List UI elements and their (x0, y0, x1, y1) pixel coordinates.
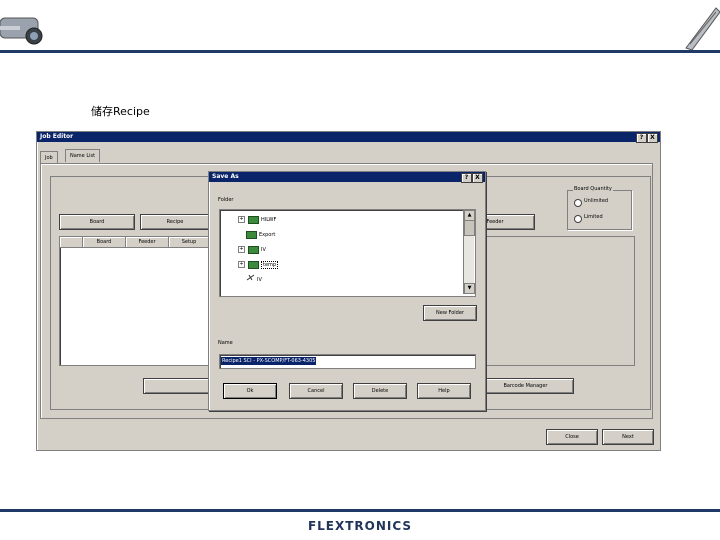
tree-scrollbar[interactable]: ▲ ▼ (463, 210, 475, 294)
folder-icon (248, 245, 259, 254)
job-editor-help-button[interactable]: ? (636, 133, 647, 143)
job-editor-titlebar: Job Editor ? X (37, 132, 660, 143)
column-header-feeder[interactable]: Feeder (126, 237, 169, 248)
tree-item-hilwf[interactable]: + HILWF (238, 214, 276, 226)
slide-header (0, 0, 720, 50)
new-folder-button[interactable]: New Folder (423, 305, 477, 321)
recipe-button[interactable]: Recipe (140, 214, 210, 230)
name-field-value: Recipe1 SCI - PX-SCOMP/FT-063-4305 (221, 357, 317, 365)
limited-radio[interactable] (574, 215, 582, 223)
column-header-board[interactable]: Board (83, 237, 126, 248)
scroll-thumb[interactable] (464, 220, 475, 236)
folder-tree[interactable]: + HILWF Export + IV + temp IV ▲ ▼ (219, 209, 476, 297)
tree-item-iv-network[interactable]: IV (246, 274, 262, 286)
projector-icon (0, 0, 52, 50)
job-editor-title: Job Editor (40, 133, 74, 140)
network-folder-icon (246, 274, 255, 281)
folder-icon (246, 230, 257, 239)
list-right-pane (483, 236, 635, 366)
help-button[interactable]: Help (417, 383, 471, 399)
tree-item-iv[interactable]: + IV (238, 244, 266, 256)
folder-label: Folder (218, 197, 234, 203)
expand-icon[interactable]: + (238, 261, 245, 268)
board-list[interactable]: Board Feeder Setup (59, 236, 211, 366)
tree-item-temp[interactable]: + temp (238, 259, 279, 271)
board-button[interactable]: Board (59, 214, 135, 230)
ok-button[interactable]: Ok (223, 383, 277, 399)
save-as-help-button[interactable]: ? (461, 173, 472, 183)
folder-icon (248, 215, 259, 224)
delete-button[interactable]: Delete (353, 383, 407, 399)
footer-brand: FLEXTRONICS (307, 519, 413, 533)
slide-title: 储存Recipe (91, 105, 150, 118)
name-field[interactable]: Recipe1 SCI - PX-SCOMP/FT-063-4305 (219, 354, 476, 369)
name-label: Name (218, 340, 233, 346)
column-header-setup[interactable]: Setup (169, 237, 210, 248)
footer-divider (0, 509, 720, 512)
job-editor-close-button[interactable]: X (647, 133, 658, 143)
unlimited-radio[interactable] (574, 199, 582, 207)
save-as-title: Save As (212, 173, 239, 180)
board-quantity-group: Board Quantity Unlimited Limited (567, 186, 632, 230)
save-as-dialog: Save As ? X Folder + HILWF Export + IV + te… (208, 171, 486, 411)
scroll-down-icon[interactable]: ▼ (464, 283, 475, 294)
tree-item-export[interactable]: Export (246, 229, 275, 241)
close-button[interactable]: Close (546, 429, 598, 445)
save-as-close-button[interactable]: X (472, 173, 483, 183)
equipment-icon (676, 0, 720, 51)
next-button[interactable]: Next (602, 429, 654, 445)
tab-name-list[interactable]: Name List (65, 149, 101, 162)
expand-icon[interactable]: + (238, 246, 245, 253)
column-header-blank (60, 237, 83, 248)
expand-icon[interactable]: + (238, 216, 245, 223)
cancel-button[interactable]: Cancel (289, 383, 343, 399)
header-divider (0, 50, 720, 53)
unlimited-label: Unlimited (584, 198, 609, 204)
limited-label: Limited (584, 214, 603, 220)
barcode-manager-button[interactable]: Barcode Manager (477, 378, 574, 394)
save-as-titlebar: Save As ? X (209, 172, 485, 183)
board-quantity-label: Board Quantity (573, 186, 613, 192)
folder-icon (248, 260, 259, 269)
